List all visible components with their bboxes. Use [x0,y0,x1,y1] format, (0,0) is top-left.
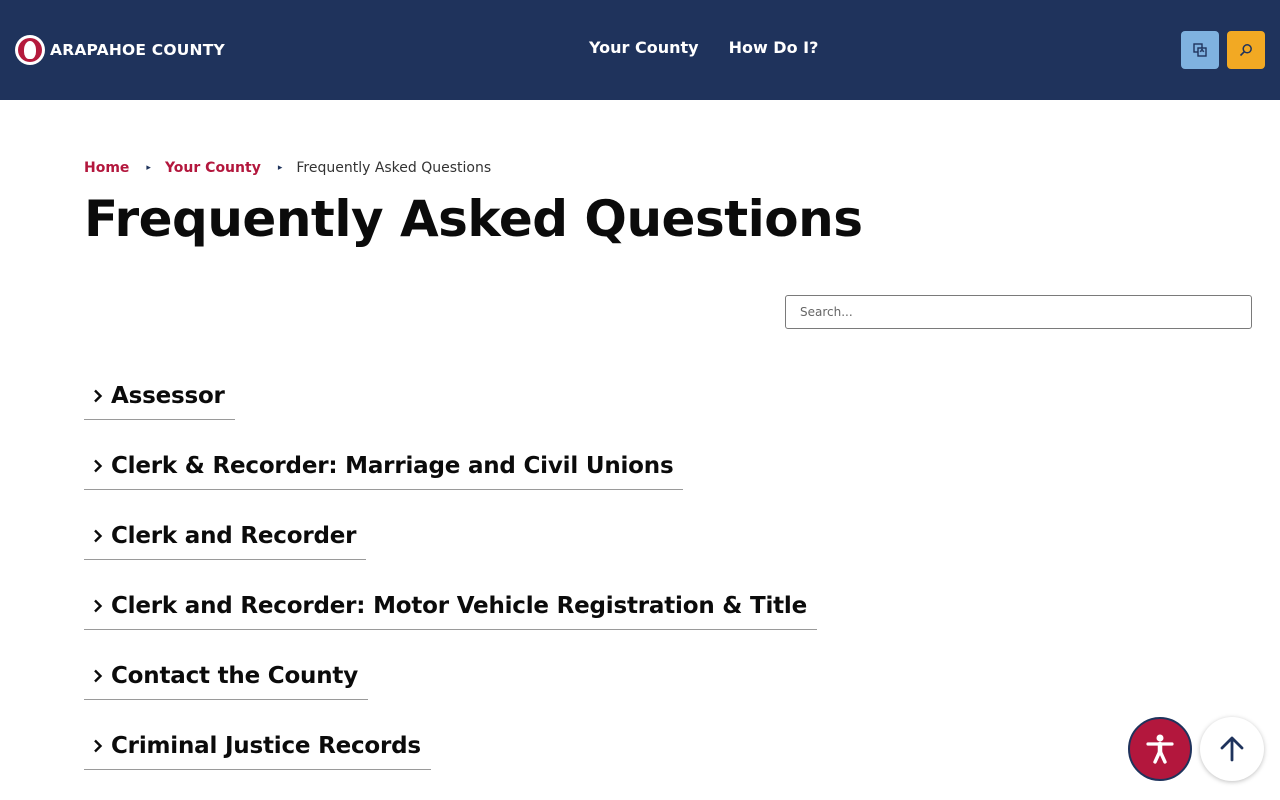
nav-how-do-i[interactable]: How Do I? [729,38,819,57]
faq-category-label: Clerk and Recorder: Motor Vehicle Regist… [111,592,808,619]
header-search-button[interactable] [1227,31,1265,69]
chevron-right-icon [84,669,111,683]
breadcrumb-separator-icon: ▸ [277,163,283,173]
chevron-right-icon [84,739,111,753]
breadcrumb-your-county[interactable]: Your County [165,160,261,176]
faq-category-contact-county[interactable]: Contact the County [84,652,368,700]
chevron-right-icon [84,599,111,613]
faq-category-marriage-civil-unions[interactable]: Clerk & Recorder: Marriage and Civil Uni… [84,442,684,490]
faq-category-label: Clerk and Recorder [111,522,357,549]
faq-category-label: Criminal Justice Records [111,732,421,759]
accessibility-button[interactable] [1128,717,1192,781]
nav-your-county[interactable]: Your County [589,38,699,57]
faq-category-label: Assessor [111,382,225,409]
breadcrumb-separator-icon: ▸ [146,163,151,173]
breadcrumb-home[interactable]: Home [84,160,129,176]
faq-category-criminal-justice[interactable]: Criminal Justice Records [84,722,431,770]
faq-category-motor-vehicle[interactable]: Clerk and Recorder: Motor Vehicle Regist… [84,582,818,630]
faq-category-list: Assessor Clerk & Recorder: Marriage and … [84,372,818,792]
page-title: Frequently Asked Questions [84,190,863,248]
arrow-up-icon [1220,736,1244,762]
county-seal-icon [15,35,45,65]
search-icon [1239,44,1252,57]
back-to-top-button[interactable] [1200,717,1264,781]
main-nav: Your County How Do I? [589,38,818,57]
breadcrumb-current: Frequently Asked Questions [296,160,492,176]
faq-category-clerk-recorder[interactable]: Clerk and Recorder [84,512,367,560]
faq-search-input[interactable] [785,295,1252,329]
faq-category-label: Clerk & Recorder: Marriage and Civil Uni… [111,452,674,479]
chevron-right-icon [84,389,111,403]
translate-icon [1193,43,1207,57]
site-header: ARAPAHOE COUNTY Your County How Do I? [0,0,1280,100]
accessibility-icon [1146,734,1174,764]
breadcrumb: Home ▸ Your County ▸ Frequently Asked Qu… [84,160,491,176]
faq-category-assessor[interactable]: Assessor [84,372,235,420]
faq-category-label: Contact the County [111,662,358,689]
chevron-right-icon [84,529,111,543]
translate-button[interactable] [1181,31,1219,69]
site-logo[interactable]: ARAPAHOE COUNTY [15,35,225,65]
logo-text: ARAPAHOE COUNTY [50,41,225,59]
chevron-right-icon [84,459,111,473]
